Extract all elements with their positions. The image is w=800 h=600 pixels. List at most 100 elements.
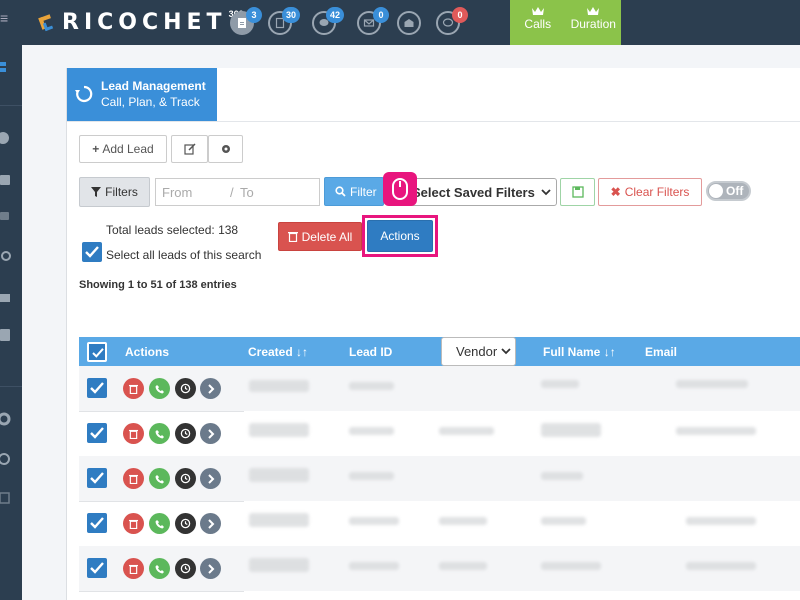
phone-icon <box>155 564 164 573</box>
history-button[interactable] <box>175 513 196 534</box>
history-button[interactable] <box>175 423 196 444</box>
saved-filters-select[interactable]: Select Saved Filters <box>405 178 557 206</box>
delete-lead-button[interactable] <box>123 423 144 444</box>
chevron-right-icon <box>207 428 214 439</box>
call-lead-button[interactable] <box>149 513 170 534</box>
select-all-checkbox[interactable] <box>82 242 102 262</box>
contact-card-icon[interactable] <box>0 173 12 187</box>
filters-button[interactable]: Filters <box>79 177 150 207</box>
badge-mail: 0 <box>373 7 389 23</box>
delete-lead-button[interactable] <box>123 558 144 579</box>
gear-icon[interactable] <box>0 412 12 426</box>
delete-lead-button[interactable] <box>123 513 144 534</box>
filter-button[interactable]: Filter <box>324 177 384 206</box>
redacted-cell <box>439 562 487 570</box>
row-checkbox[interactable] <box>87 423 107 443</box>
table-row[interactable] <box>79 411 800 456</box>
crown-icon <box>531 7 544 15</box>
funnel-icon <box>91 187 102 197</box>
box-icon[interactable] <box>0 209 12 223</box>
phone-icon <box>155 519 164 528</box>
row-checkbox[interactable] <box>87 468 107 488</box>
edit-icon[interactable] <box>0 328 12 342</box>
settings-button[interactable] <box>208 135 243 163</box>
history-button[interactable] <box>175 378 196 399</box>
dashboard-icon[interactable] <box>0 62 12 76</box>
row-checkbox[interactable] <box>87 378 107 398</box>
open-lead-button[interactable] <box>200 468 221 489</box>
col-created[interactable]: Created ↓↑ <box>248 345 308 359</box>
badge-documents: 30 <box>281 7 300 23</box>
trash-icon <box>129 474 138 484</box>
report-icon[interactable] <box>0 491 12 505</box>
clear-filters-button[interactable]: ✖ Clear Filters <box>598 178 702 206</box>
redacted-cell <box>686 517 756 525</box>
menu-icon[interactable]: ≡ <box>0 10 8 26</box>
vendor-select[interactable]: Vendor <box>441 337 516 366</box>
share-icon[interactable] <box>0 249 12 263</box>
vendor-select-value: Vendor <box>456 344 498 359</box>
edit-button[interactable] <box>171 135 208 163</box>
table-row[interactable] <box>79 546 800 591</box>
redacted-cell <box>349 427 394 435</box>
phone-icon <box>155 384 164 393</box>
chevron-right-icon <box>207 518 214 529</box>
envelope-icon[interactable] <box>0 291 12 305</box>
history-button[interactable] <box>175 558 196 579</box>
chat-icon[interactable]: 42 <box>312 7 344 35</box>
delete-lead-button[interactable] <box>123 468 144 489</box>
close-icon: ✖ <box>610 185 621 199</box>
sort-icon: ↓↑ <box>603 345 616 359</box>
call-lead-button[interactable] <box>149 558 170 579</box>
open-lead-button[interactable] <box>200 513 221 534</box>
from-placeholder: From <box>162 185 193 200</box>
call-lead-button[interactable] <box>149 378 170 399</box>
delete-lead-button[interactable] <box>123 378 144 399</box>
table-row[interactable] <box>79 366 800 411</box>
history-button[interactable] <box>175 468 196 489</box>
open-lead-button[interactable] <box>200 423 221 444</box>
save-filter-button[interactable] <box>560 178 595 206</box>
comment-icon[interactable]: 0 <box>436 7 468 35</box>
pie-chart-icon[interactable] <box>0 131 12 145</box>
document-icon[interactable]: 30 <box>268 7 300 35</box>
mouse-icon <box>392 178 408 200</box>
trash-icon <box>129 429 138 439</box>
to-placeholder: To <box>240 185 254 200</box>
redacted-cell <box>541 517 586 525</box>
col-full-name[interactable]: Full Name ↓↑ <box>543 345 616 359</box>
redacted-cell <box>349 562 399 570</box>
col-email: Email <box>645 345 678 359</box>
floppy-icon <box>571 186 584 198</box>
open-lead-button[interactable] <box>200 558 221 579</box>
phone-icon <box>155 429 164 438</box>
page-title: Lead Management <box>101 79 206 93</box>
call-lead-button[interactable] <box>149 468 170 489</box>
redacted-cell <box>676 380 748 388</box>
add-lead-button[interactable]: + Add Lead <box>79 135 167 163</box>
redacted-cell <box>541 472 583 480</box>
call-lead-button[interactable] <box>149 423 170 444</box>
calls-stat[interactable]: Calls <box>510 0 566 45</box>
envelope-open-icon[interactable] <box>397 11 421 35</box>
redacted-cell <box>349 472 394 480</box>
mail-icon[interactable]: 0 <box>357 7 389 35</box>
row-checkbox[interactable] <box>87 513 107 533</box>
table-row[interactable] <box>79 456 800 501</box>
toggle-label: Off <box>726 184 744 198</box>
trash-icon <box>129 384 138 394</box>
top-bar: ≡ RICOCHET 360 3 30 42 0 0 Calls Duratio… <box>0 0 800 45</box>
lead-file-icon[interactable]: 3 <box>230 7 262 35</box>
filter-toggle[interactable]: Off <box>706 181 751 201</box>
table-row[interactable] <box>79 501 800 546</box>
open-lead-button[interactable] <box>200 378 221 399</box>
row-checkbox[interactable] <box>87 558 107 578</box>
timer-icon[interactable] <box>0 452 12 466</box>
chevron-down-icon <box>541 189 551 196</box>
duration-stat[interactable]: Duration <box>566 0 622 45</box>
redacted-cell <box>686 562 756 570</box>
delete-all-button[interactable]: Delete All <box>278 222 362 251</box>
app-logo[interactable]: RICOCHET 360 <box>38 9 244 35</box>
date-range-input[interactable]: From / To <box>155 178 320 206</box>
header-checkbox[interactable] <box>87 342 107 362</box>
